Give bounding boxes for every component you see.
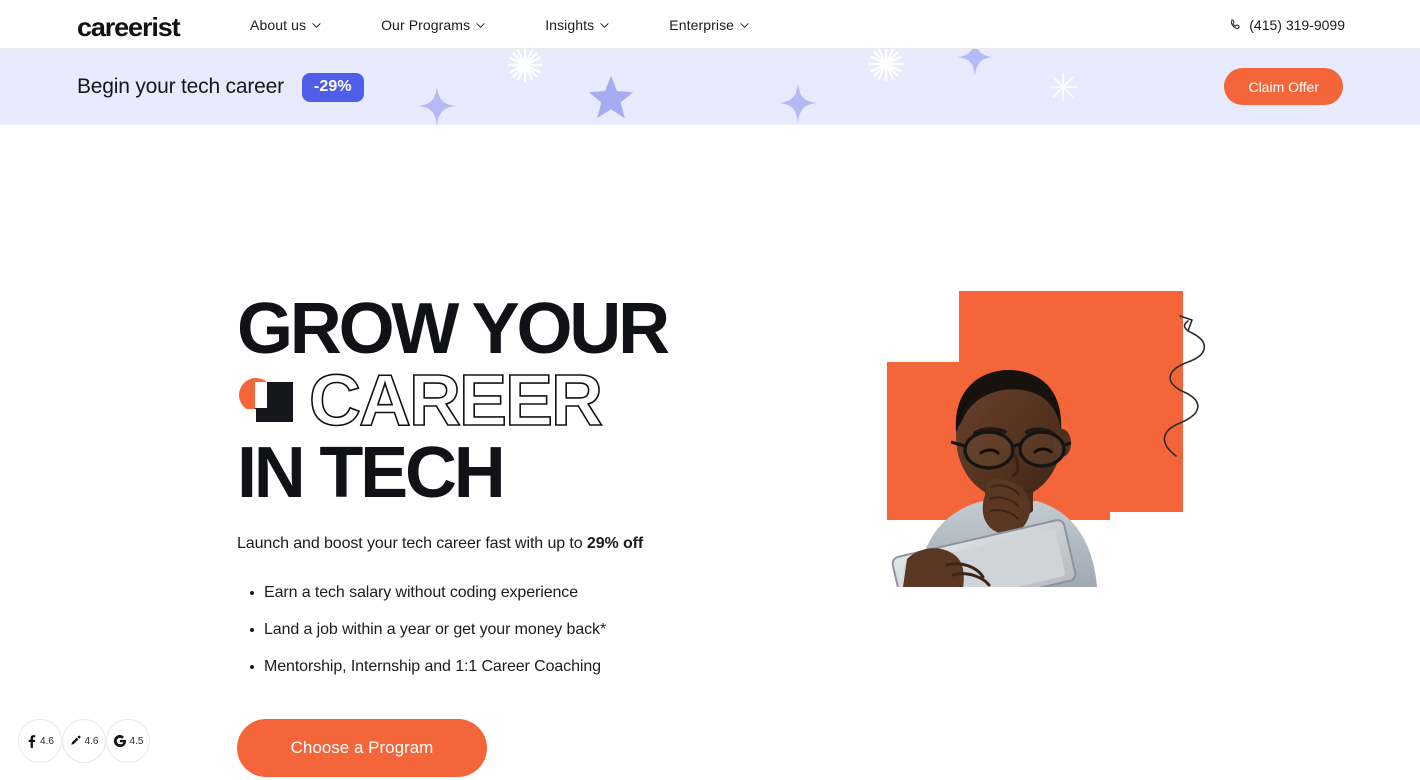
nav-item-about-us[interactable]: About us bbox=[250, 17, 321, 33]
bullet-dot-icon bbox=[250, 591, 254, 595]
claim-offer-button[interactable]: Claim Offer bbox=[1224, 68, 1343, 105]
hero-subtitle: Launch and boost your tech career fast w… bbox=[237, 535, 643, 553]
hero-headline-group: GROW YOUR CAREER IN TECH bbox=[237, 289, 877, 513]
five-point-star-icon bbox=[588, 75, 634, 119]
phone-link[interactable]: (415) 319-9099 bbox=[1228, 0, 1345, 49]
nav-label: Our Programs bbox=[381, 16, 471, 33]
headline-line-1: GROW YOUR bbox=[237, 289, 670, 369]
rating-score: 4.6 bbox=[40, 735, 54, 747]
headline-row-1: GROW YOUR bbox=[237, 289, 877, 369]
rating-badge-facebook[interactable]: 4.6 bbox=[18, 719, 62, 763]
list-item-label: Mentorship, Internship and 1:1 Career Co… bbox=[264, 658, 601, 675]
mark-notch bbox=[255, 382, 267, 395]
squiggly-arrow-up-icon bbox=[1163, 315, 1206, 457]
mark-notch bbox=[255, 395, 267, 408]
subtitle-text: Launch and boost your tech career fast w… bbox=[237, 535, 587, 552]
coursereport-icon bbox=[70, 735, 82, 747]
phone-icon bbox=[1228, 18, 1242, 32]
sparkle-burst-icon bbox=[1048, 72, 1078, 102]
bullet-dot-icon bbox=[250, 665, 254, 669]
banner-title: Begin your tech career bbox=[77, 75, 284, 98]
sparkle-burst-icon bbox=[507, 49, 543, 83]
top-navbar: careerist About us Our Programs Insights bbox=[0, 0, 1420, 49]
man-with-tablet-photo bbox=[887, 359, 1117, 587]
promo-banner: Begin your tech career -29% Claim Offer bbox=[0, 49, 1420, 125]
nav-label: Insights bbox=[545, 16, 595, 33]
careerist-logo[interactable]: careerist bbox=[77, 12, 181, 43]
phone-number: (415) 319-9099 bbox=[1249, 16, 1345, 33]
google-icon bbox=[113, 734, 127, 748]
list-item-label: Land a job within a year or get your mon… bbox=[264, 621, 607, 638]
nav-item-our-programs[interactable]: Our Programs bbox=[381, 17, 485, 33]
mark-notch bbox=[243, 409, 256, 422]
rating-score: 4.6 bbox=[84, 735, 99, 747]
four-point-star-icon bbox=[957, 49, 993, 76]
landing-page: careerist About us Our Programs Insights bbox=[0, 0, 1420, 780]
headline-row-3: IN TECH bbox=[237, 433, 877, 513]
nav-label: Enterprise bbox=[669, 16, 735, 33]
facebook-icon bbox=[26, 734, 37, 748]
nav-item-insights[interactable]: Insights bbox=[545, 17, 609, 33]
chevron-down-icon bbox=[600, 21, 609, 30]
headline-line-3: IN TECH bbox=[237, 433, 506, 513]
rating-score: 4.5 bbox=[129, 735, 144, 747]
chevron-down-icon bbox=[740, 21, 749, 30]
list-item-label: Earn a tech salary without coding experi… bbox=[264, 584, 579, 601]
list-item: Land a job within a year or get your mon… bbox=[250, 620, 606, 657]
banner-text-group: Begin your tech career -29% bbox=[77, 49, 364, 125]
careerist-logo-mark-icon bbox=[237, 376, 297, 426]
headline-line-2: CAREER bbox=[308, 361, 604, 441]
primary-nav: About us Our Programs Insights Enterpris… bbox=[250, 0, 749, 49]
bullet-dot-icon bbox=[250, 628, 254, 632]
chevron-down-icon bbox=[312, 21, 321, 30]
subtitle-bold-discount: 29% off bbox=[586, 535, 644, 552]
nav-item-enterprise[interactable]: Enterprise bbox=[669, 17, 749, 33]
hero-image-composition bbox=[880, 285, 1220, 595]
four-point-star-icon bbox=[418, 86, 456, 125]
chevron-down-icon bbox=[476, 21, 485, 30]
list-item: Mentorship, Internship and 1:1 Career Co… bbox=[250, 657, 606, 694]
four-point-star-icon bbox=[779, 83, 817, 123]
discount-badge: -29% bbox=[301, 72, 364, 102]
rating-badge-google[interactable]: 4.5 bbox=[106, 719, 150, 763]
choose-a-program-button[interactable]: Choose a Program bbox=[237, 719, 487, 777]
white-notch-block bbox=[1110, 512, 1184, 587]
hero-benefits-list: Earn a tech salary without coding experi… bbox=[250, 583, 606, 694]
rating-badge-coursereport[interactable]: 4.6 bbox=[62, 719, 106, 763]
nav-label: About us bbox=[250, 16, 307, 33]
list-item: Earn a tech salary without coding experi… bbox=[250, 583, 606, 620]
sparkle-burst-icon bbox=[868, 49, 904, 82]
headline-row-2: CAREER bbox=[237, 361, 877, 441]
